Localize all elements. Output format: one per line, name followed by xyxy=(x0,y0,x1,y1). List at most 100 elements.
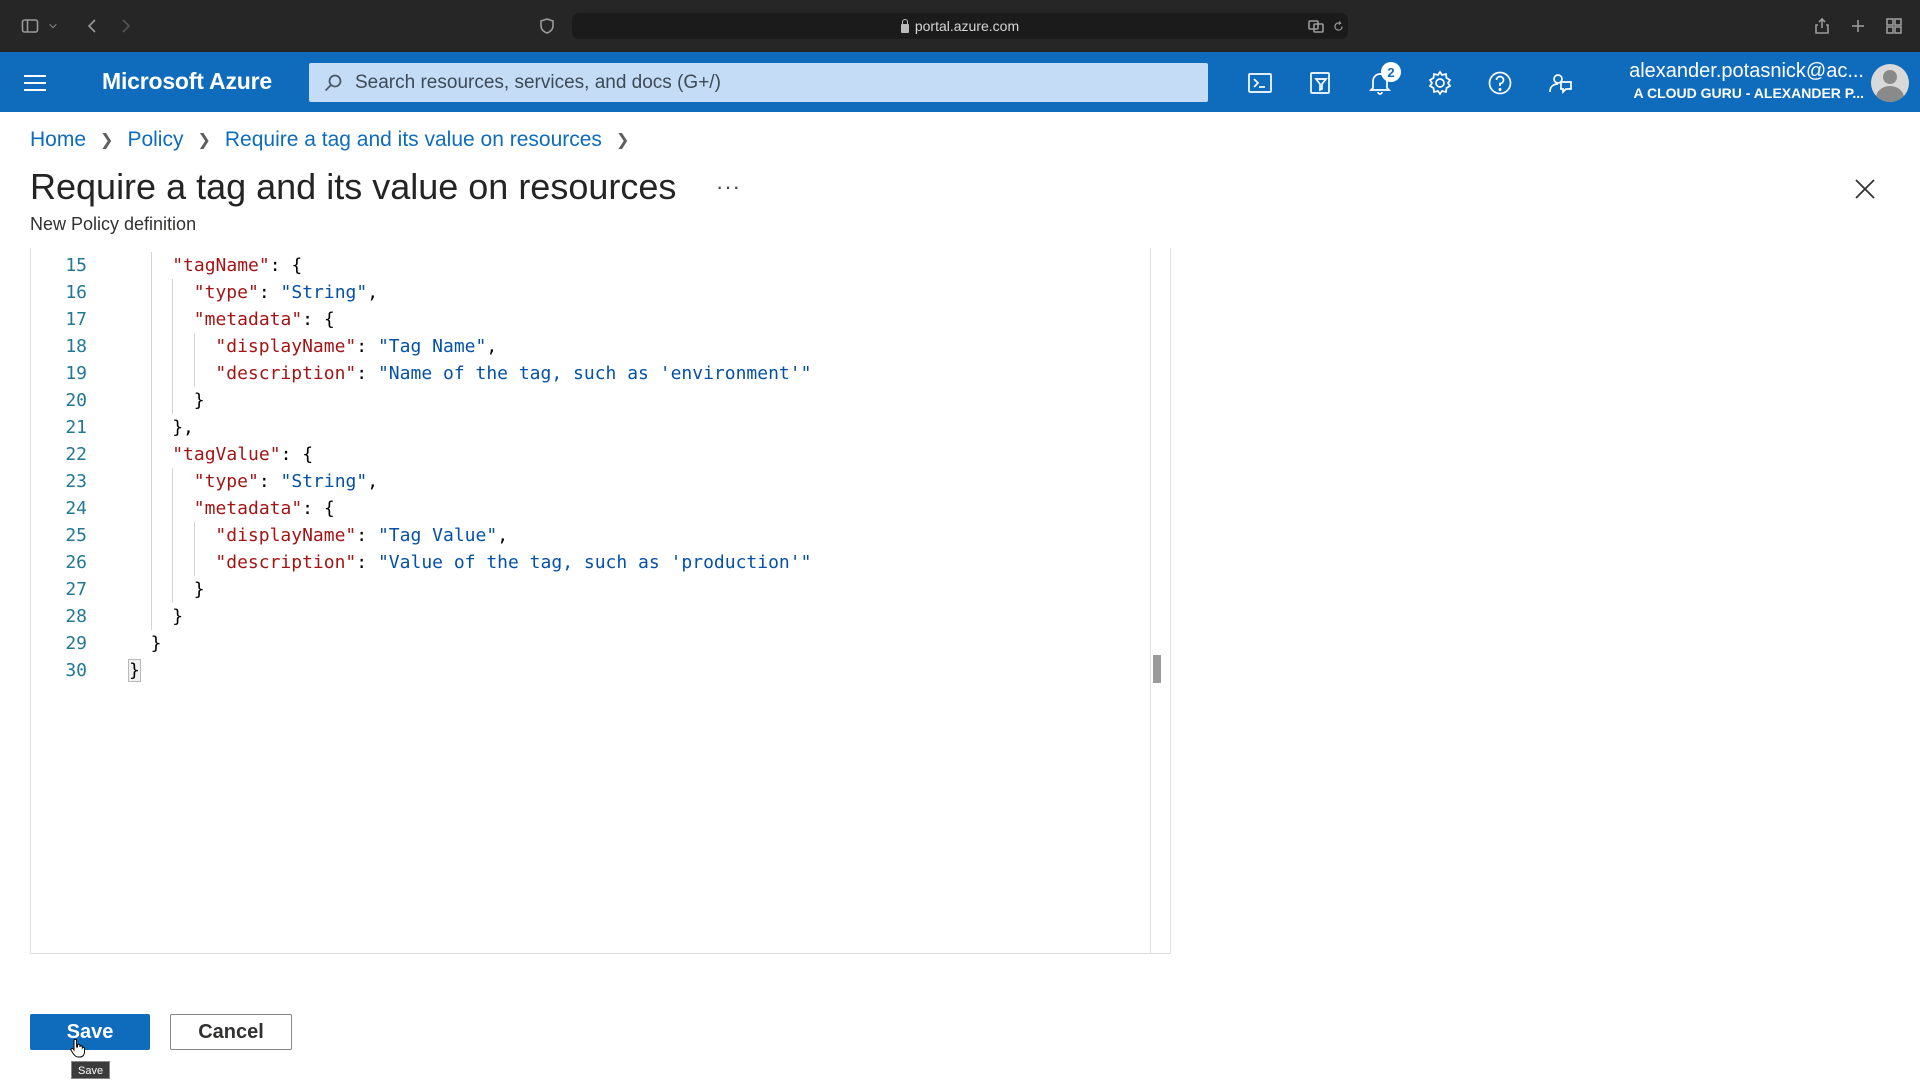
brand-label[interactable]: Microsoft Azure xyxy=(102,68,272,95)
code-text: } xyxy=(193,390,205,411)
line-number: 30 xyxy=(65,660,87,681)
mouse-pointer-icon xyxy=(70,1038,85,1058)
code-line[interactable]: 29} xyxy=(31,630,1131,657)
gear-icon[interactable] xyxy=(1423,66,1457,100)
more-options-button[interactable]: ··· xyxy=(716,174,741,200)
chevron-right-icon: ❯ xyxy=(100,132,114,149)
search-input[interactable] xyxy=(355,71,1175,94)
lock-icon xyxy=(900,18,909,33)
account-menu[interactable]: alexander.potasnick@ac... A CLOUD GURU -… xyxy=(1610,60,1864,101)
line-number: 19 xyxy=(65,363,87,384)
indent-guide xyxy=(150,279,152,306)
notifications-button[interactable]: 2 xyxy=(1363,62,1401,100)
directory-filter-icon[interactable] xyxy=(1303,66,1337,100)
indent-guide xyxy=(193,522,195,549)
indent-guide xyxy=(150,306,152,333)
code-line[interactable]: 17 "metadata": { xyxy=(31,306,1131,333)
tab-overview-icon[interactable] xyxy=(1882,14,1906,38)
line-number: 22 xyxy=(65,444,87,465)
code-line[interactable]: 23 "type": "String", xyxy=(31,468,1131,495)
indent-guide xyxy=(172,495,174,522)
code-line[interactable]: 21}, xyxy=(31,414,1131,441)
code-text: } xyxy=(128,659,141,682)
code-line[interactable]: 25 "displayName": "Tag Value", xyxy=(31,522,1131,549)
cloud-shell-icon[interactable] xyxy=(1243,66,1277,100)
indent-guide xyxy=(150,522,152,549)
global-search[interactable] xyxy=(309,63,1208,102)
chevron-down-icon[interactable] xyxy=(46,14,60,38)
save-button[interactable]: Save xyxy=(30,1014,150,1050)
editor-scrollbar[interactable] xyxy=(1150,248,1170,953)
indent-guide xyxy=(172,468,174,495)
code-line[interactable]: 20} xyxy=(31,387,1131,414)
code-line[interactable]: 28} xyxy=(31,603,1131,630)
browser-toolbar: portal.azure.com xyxy=(0,0,1920,52)
code-line[interactable]: 16 "type": "String", xyxy=(31,279,1131,306)
new-tab-icon[interactable] xyxy=(1846,14,1870,38)
breadcrumb-policy[interactable]: Policy xyxy=(127,128,183,152)
forward-icon[interactable] xyxy=(114,14,138,38)
line-number: 21 xyxy=(65,417,87,438)
code-line[interactable]: 24 "metadata": { xyxy=(31,495,1131,522)
line-number: 16 xyxy=(65,282,87,303)
line-number: 15 xyxy=(65,255,87,276)
scrollbar-thumb[interactable] xyxy=(1153,655,1161,683)
cancel-button[interactable]: Cancel xyxy=(170,1014,292,1050)
code-text: } xyxy=(150,633,162,654)
share-icon[interactable] xyxy=(1810,14,1834,38)
address-bar[interactable]: portal.azure.com xyxy=(572,13,1348,39)
page-title: Require a tag and its value on resources xyxy=(30,166,677,207)
azure-top-bar: Microsoft Azure 2 alexander.potasnick@ac… xyxy=(0,52,1920,112)
indent-guide xyxy=(150,333,152,360)
code-text: } xyxy=(172,606,184,627)
code-line[interactable]: 27} xyxy=(31,576,1131,603)
code-text: "metadata": { xyxy=(193,309,335,330)
code-line[interactable]: 22 "tagValue": { xyxy=(31,441,1131,468)
code-line[interactable]: 26 "description": "Value of the tag, such… xyxy=(31,549,1131,576)
reload-icon[interactable] xyxy=(1326,14,1350,38)
line-number: 25 xyxy=(65,525,87,546)
code-text: "tagValue": { xyxy=(172,444,314,465)
line-number: 20 xyxy=(65,390,87,411)
line-number: 26 xyxy=(65,552,87,573)
indent-guide xyxy=(172,279,174,306)
code-line[interactable]: 19 "description": "Name of the tag, such … xyxy=(31,360,1131,387)
indent-guide xyxy=(150,468,152,495)
code-text: "description": "Name of the tag, such as… xyxy=(215,363,812,384)
privacy-shield-icon[interactable] xyxy=(535,14,559,38)
code-line[interactable]: 30} xyxy=(31,657,1131,684)
breadcrumb-home[interactable]: Home xyxy=(30,128,86,152)
back-icon[interactable] xyxy=(80,14,104,38)
breadcrumb-policy-definition[interactable]: Require a tag and its value on resources xyxy=(225,128,602,152)
sidebar-toggle-icon[interactable] xyxy=(18,14,42,38)
avatar[interactable] xyxy=(1871,64,1909,102)
code-text: "displayName": "Tag Value", xyxy=(215,525,509,546)
code-line[interactable]: 18 "displayName": "Tag Name", xyxy=(31,333,1131,360)
notification-badge: 2 xyxy=(1381,62,1401,82)
save-tooltip: Save xyxy=(71,1061,111,1079)
code-text: "description": "Value of the tag, such a… xyxy=(215,552,812,573)
line-number: 18 xyxy=(65,336,87,357)
code-line[interactable]: 15 "tagName": { xyxy=(31,252,1131,279)
code-text: "metadata": { xyxy=(193,498,335,519)
indent-guide xyxy=(150,603,152,630)
policy-json-editor[interactable]: 15 "tagName": { 16 "type": "String", 17 "meta… xyxy=(30,248,1171,954)
indent-guide xyxy=(150,576,152,603)
code-text: "type": "String", xyxy=(193,471,379,492)
help-icon[interactable] xyxy=(1483,66,1517,100)
line-number: 17 xyxy=(65,309,87,330)
indent-guide xyxy=(150,387,152,414)
code-text: "type": "String", xyxy=(193,282,379,303)
code-text: } xyxy=(193,579,205,600)
code-text: "tagName": { xyxy=(172,255,303,276)
indent-guide xyxy=(172,306,174,333)
portal-menu-button[interactable] xyxy=(20,68,50,98)
line-number: 29 xyxy=(65,633,87,654)
feedback-icon[interactable] xyxy=(1543,66,1577,100)
indent-guide xyxy=(150,414,152,441)
translate-icon[interactable] xyxy=(1304,14,1328,38)
indent-guide xyxy=(150,252,152,279)
close-icon[interactable] xyxy=(1852,176,1882,206)
line-number: 28 xyxy=(65,606,87,627)
code-text: }, xyxy=(172,417,194,438)
